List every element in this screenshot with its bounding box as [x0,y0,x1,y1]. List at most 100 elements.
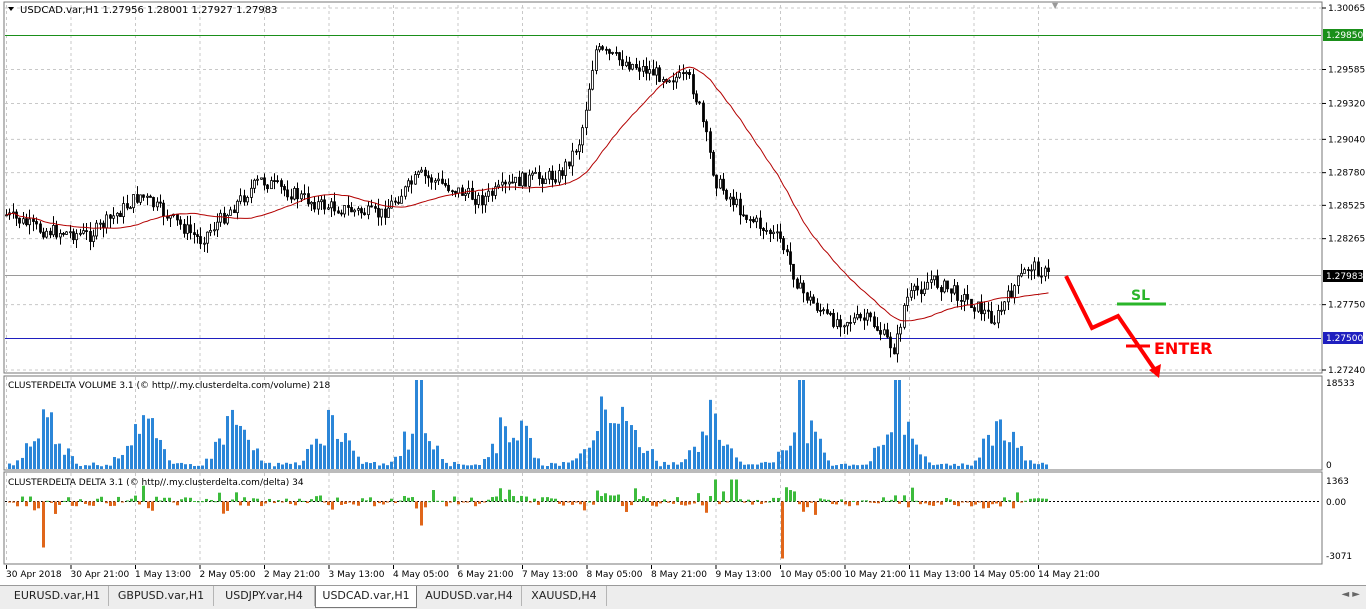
delta-bar [1029,498,1032,502]
tab-gbpusd[interactable]: GBPUSD.var,H1 [109,586,214,606]
volume-bar [672,462,675,469]
volume-bar [273,466,276,469]
candle-body [263,177,266,186]
candle-body [806,292,809,301]
candle-body [52,225,55,236]
volume-bar [714,413,717,469]
delta-bar [50,501,53,503]
delta-bar [907,501,910,508]
delta-bar [634,488,637,502]
candle-body [146,195,149,198]
delta-bar [457,501,460,505]
volume-bar [466,465,469,469]
candle-body [521,172,524,187]
delta-bar [957,501,960,507]
delta-bar [676,497,679,502]
volume-bar [214,441,217,469]
candle-body [672,80,675,83]
candle-body [394,200,397,203]
tab-usdjpy[interactable]: USDJPY.var,H4 [214,586,315,606]
price-axis-label: 1.27750 [1328,301,1365,311]
delta-bar [730,479,733,502]
volume-bar [575,458,578,469]
candle-body [129,207,132,210]
candle-body [162,202,165,217]
volume-bar [676,464,679,469]
candle-body [869,312,872,318]
tab-xauusd[interactable]: XAUUSD,H4 [522,586,607,606]
candle-body [377,207,380,218]
candle-body [451,190,454,193]
candle-body [709,131,712,153]
candle-body [320,199,323,203]
volume-bar [634,430,637,469]
delta-bar [1012,501,1015,509]
volume-bar [310,444,313,469]
price-chart[interactable]: 1.30065 1.29585 1.29320 1.29040 1.28780 1.285… [0,0,1366,585]
volume-bar [331,415,334,469]
candle-body [152,197,155,208]
candle-body [404,186,407,197]
candle-body [1013,285,1016,299]
tab-eurusd[interactable]: EURUSD.var,H1 [6,586,109,606]
delta-bar [151,501,154,511]
candle-body [434,180,437,183]
delta-bar [886,500,889,502]
delta-bar [256,498,259,502]
volume-bar [470,465,473,469]
delta-bar [399,500,402,502]
candle-body [400,195,403,204]
scroll-marker-icon: ▼ [1052,1,1059,10]
delta-bar [638,499,641,502]
tab-scroll-arrows[interactable]: ◄ ► [1341,589,1360,600]
candle-body [648,69,651,74]
delta-bar [92,501,95,506]
volume-bar [16,460,19,469]
volume-bar [382,463,385,469]
delta-bar [806,501,809,508]
delta-bar [529,501,532,503]
delta-bar [798,501,801,505]
candle-body [762,228,765,232]
candle-body [618,52,621,61]
volume-bar [378,465,381,469]
delta-bar [705,501,708,513]
time-axis-label: 8 May 21:00 [651,570,707,580]
candle-body [209,230,212,233]
candle-body [95,222,98,237]
delta-bar [441,500,444,502]
candle-body [1033,261,1036,271]
candle-body [906,296,909,306]
volume-bar [289,463,292,469]
candle-body [662,79,665,82]
candle-body [290,196,293,200]
candle-body [504,181,507,185]
delta-bar [991,501,994,505]
delta-bar [168,497,171,502]
candle-body [1047,267,1050,272]
candle-body [266,184,269,190]
volume-bar [516,440,519,469]
candle-body [899,326,902,335]
tab-usdcad[interactable]: USDCAD.var,H1 [315,586,417,608]
price-axis-label: 1.29040 [1328,135,1365,145]
candle-body [430,177,433,183]
candle-body [317,201,320,210]
delta-scale-zero: 0.00 [1326,498,1346,508]
delta-bar [352,501,355,505]
candle-body [18,217,21,224]
volume-bar [1029,460,1032,469]
delta-bar [462,501,465,503]
candle-body [126,203,129,209]
candle-body [668,80,671,83]
delta-bar [1020,501,1023,503]
volume-bar [550,462,553,469]
candle-body [25,218,28,226]
volume-bar [613,423,616,469]
tab-audusd[interactable]: AUDUSD.var,H4 [417,586,522,606]
volume-bar [520,420,523,469]
volume-bar [667,464,670,469]
delta-bar [214,501,217,503]
candle-body [638,67,641,72]
delta-bar [743,501,746,503]
